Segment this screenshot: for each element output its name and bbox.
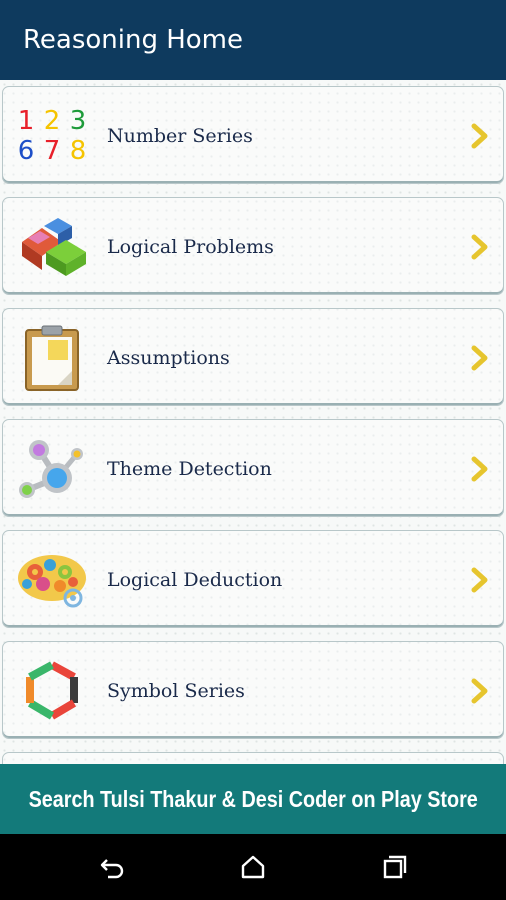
menu-item-label: Symbol Series [107,680,245,702]
brain-gears-icon [15,545,89,615]
recents-icon[interactable] [380,852,410,882]
menu-item-label: Theme Detection [107,458,272,480]
page-title: Reasoning Home [23,25,244,55]
digit: 3 [69,106,87,136]
chevron-right-icon [471,234,488,260]
menu-item-label: Number Series [107,125,253,147]
digit: 6 [17,136,35,166]
home-icon[interactable] [238,852,268,882]
chevron-right-icon [471,123,488,149]
digit: 2 [43,106,61,136]
menu-list: 1 2 3 6 7 8 Number Series Logical Proble… [0,80,506,764]
menu-item-theme-detection[interactable]: Theme Detection [2,419,504,517]
app-bar: Reasoning Home [0,0,506,80]
menu-item-label: Assumptions [107,347,230,369]
back-icon[interactable] [98,852,128,882]
molecule-nodes-icon [15,434,89,504]
clipboard-icon [15,323,89,393]
menu-item-logical-deduction[interactable]: Logical Deduction [2,530,504,628]
menu-item-logical-problems[interactable]: Logical Problems [2,197,504,295]
chevron-right-icon [471,456,488,482]
menu-item-partial[interactable] [2,752,504,764]
puzzle-blocks-icon [15,212,89,282]
hexagon-ring-icon [15,656,89,726]
chevron-right-icon [471,678,488,704]
banner-text: Search Tulsi Thakur & Desi Coder on Play… [28,785,478,812]
digit: 8 [69,136,87,166]
menu-item-label: Logical Deduction [107,569,283,591]
menu-item-number-series[interactable]: 1 2 3 6 7 8 Number Series [2,86,504,184]
chevron-right-icon [471,567,488,593]
promo-banner[interactable]: Search Tulsi Thakur & Desi Coder on Play… [0,764,506,834]
number-grid-icon: 1 2 3 6 7 8 [15,101,89,171]
digit: 1 [17,106,35,136]
menu-item-symbol-series[interactable]: Symbol Series [2,641,504,739]
chevron-right-icon [471,345,488,371]
system-nav-bar [0,834,506,900]
menu-item-label: Logical Problems [107,236,274,258]
menu-item-assumptions[interactable]: Assumptions [2,308,504,406]
digit: 7 [43,136,61,166]
